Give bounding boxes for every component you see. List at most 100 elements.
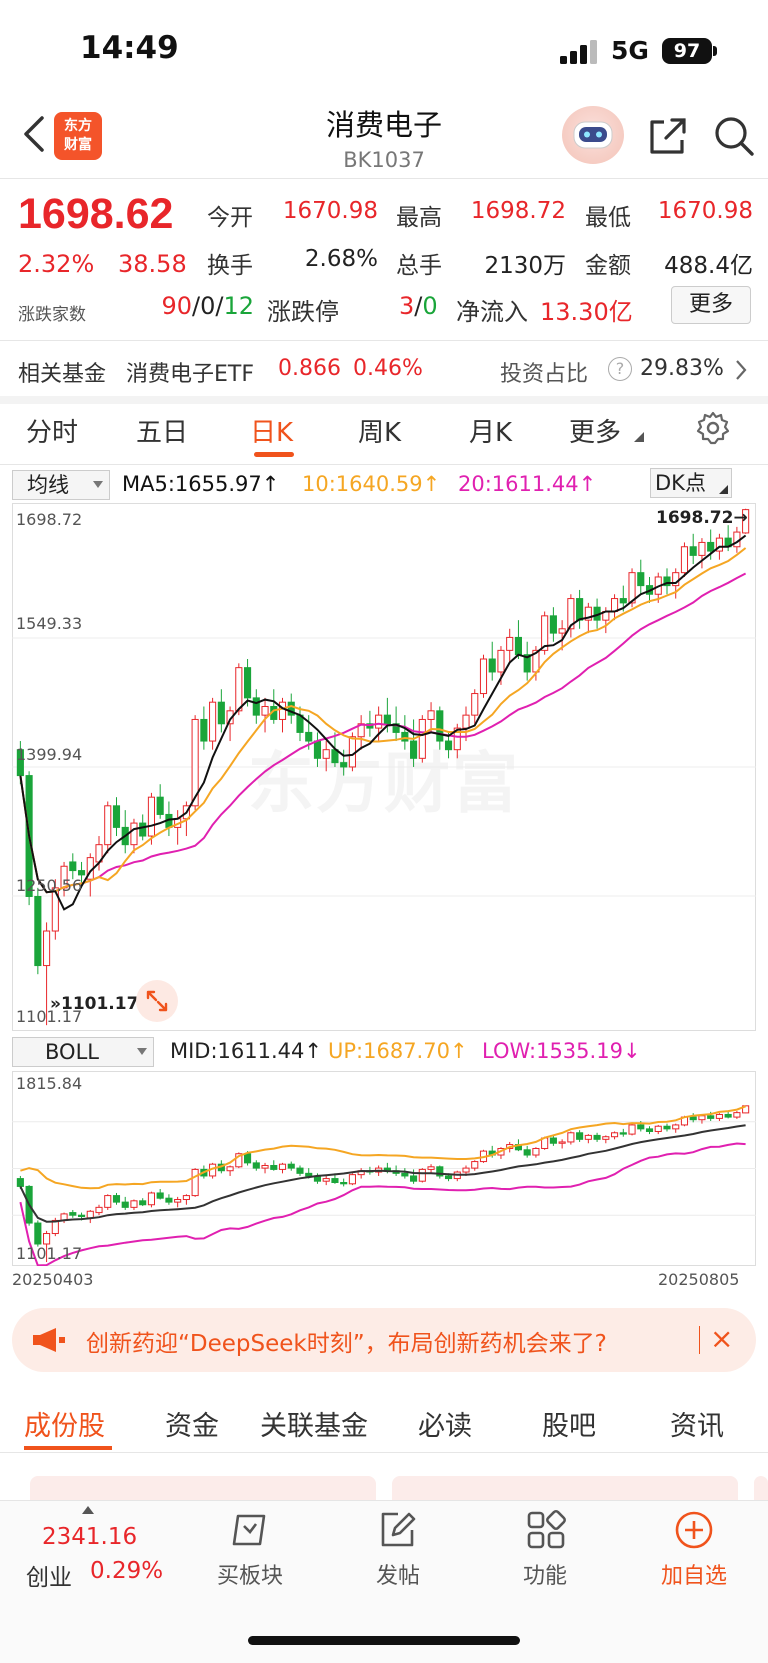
fund-name[interactable]: 消费电子ETF — [126, 356, 254, 388]
gear-icon[interactable] — [695, 410, 731, 446]
candle — [322, 1178, 330, 1182]
candle — [611, 598, 619, 613]
candle — [444, 1175, 453, 1180]
buy-sector-icon[interactable] — [228, 1512, 272, 1552]
tab-daily-k[interactable]: 日K — [250, 412, 293, 449]
nav-add-watchlist[interactable]: 加自选 — [639, 1558, 749, 1590]
breadth-counts: 90/0/12 — [161, 292, 254, 320]
ai-assistant-avatar[interactable] — [562, 106, 624, 164]
candle — [252, 1162, 260, 1169]
share-icon[interactable] — [646, 114, 690, 158]
tab-forum[interactable]: 股吧 — [542, 1404, 596, 1443]
megaphone-icon — [33, 1328, 65, 1352]
tab-news[interactable]: 资讯 — [670, 1404, 724, 1443]
boll-up-line — [20, 1105, 746, 1190]
boll-mid-legend: MID:1611.44↑ — [170, 1039, 323, 1063]
tab-constituents[interactable]: 成份股 — [24, 1404, 105, 1443]
candle — [576, 1132, 584, 1140]
candle — [584, 1134, 592, 1140]
tab-weekly-k[interactable]: 周K — [358, 412, 401, 449]
stock-card[interactable] — [392, 1476, 738, 1500]
stock-card[interactable] — [754, 1476, 768, 1500]
open-label: 今开 — [207, 205, 253, 231]
index-pct[interactable]: 0.29% — [90, 1558, 163, 1584]
add-watchlist-icon[interactable] — [674, 1510, 714, 1550]
candle — [340, 1182, 348, 1185]
tab-intraday[interactable]: 分时 — [26, 412, 78, 449]
candle — [340, 762, 348, 768]
ma10-line — [19, 547, 747, 894]
chevron-right-icon[interactable] — [734, 358, 748, 382]
candle — [637, 572, 645, 587]
ma5-line — [19, 534, 747, 911]
tabs-divider — [0, 464, 768, 465]
nav-buy-sector[interactable]: 买板块 — [195, 1558, 305, 1590]
open-value: 1670.98 — [282, 198, 378, 224]
kline-chart[interactable] — [12, 503, 756, 1031]
ma5-legend: MA5:1655.97↑ — [122, 472, 280, 496]
post-icon[interactable] — [378, 1510, 418, 1550]
high-value: 1698.72 — [470, 198, 566, 224]
quote-divider — [0, 340, 768, 341]
stock-card[interactable] — [30, 1476, 376, 1500]
network-type: 5G — [611, 36, 649, 65]
tab-more[interactable]: 更多 — [569, 412, 621, 449]
index-value[interactable]: 2341.16 — [42, 1524, 137, 1550]
caret-icon — [634, 432, 644, 442]
boll-low-legend: LOW:1535.19↓ — [482, 1039, 641, 1063]
boll-mid-line — [19, 1124, 746, 1223]
candle — [462, 714, 470, 729]
change-amount: 38.58 — [118, 250, 187, 278]
tab-five-day[interactable]: 五日 — [136, 412, 188, 449]
y-tick-label: 1399.94 — [16, 745, 83, 764]
x-end-date: 20250805 — [658, 1270, 740, 1289]
candle — [427, 710, 435, 720]
fullscreen-button[interactable] — [136, 980, 178, 1022]
boll-select[interactable]: BOLL — [12, 1037, 154, 1067]
candle — [209, 701, 217, 742]
candle — [34, 1222, 42, 1245]
indicator-select[interactable]: 均线 — [12, 470, 110, 500]
candle — [348, 1174, 356, 1185]
apps-icon[interactable] — [526, 1510, 566, 1550]
candle — [418, 1168, 426, 1182]
candle — [43, 930, 51, 967]
signal-icon — [560, 40, 597, 64]
candle — [287, 1163, 295, 1169]
candle — [261, 1164, 269, 1169]
candle — [549, 615, 557, 634]
banner-text[interactable]: 创新药迎“DeepSeek时刻”，布局创新药机会来了? — [86, 1324, 607, 1358]
candle — [43, 1233, 51, 1245]
candle — [523, 1149, 531, 1156]
candle — [69, 1212, 77, 1216]
candle — [558, 1141, 566, 1144]
boll-chart[interactable] — [12, 1071, 756, 1266]
ratio-label: 投资占比 — [500, 362, 589, 387]
index-name[interactable]: 创业 — [26, 1558, 72, 1592]
candle — [156, 796, 164, 815]
candle — [261, 706, 269, 716]
candle — [619, 1132, 627, 1135]
y-tick-label: 1698.72 — [16, 510, 83, 529]
candle — [689, 1116, 697, 1121]
help-icon[interactable]: ? — [608, 357, 632, 381]
candle — [121, 1201, 129, 1208]
nav-functions[interactable]: 功能 — [490, 1558, 600, 1590]
tab-related-funds[interactable]: 关联基金 — [260, 1404, 368, 1443]
netflow-value: 13.30亿 — [540, 298, 633, 326]
candle — [488, 658, 496, 673]
volume-label: 总手 — [396, 253, 442, 279]
nav-post[interactable]: 发帖 — [343, 1558, 453, 1590]
more-button[interactable]: 更多 — [671, 286, 751, 324]
tab-must-read[interactable]: 必读 — [418, 1404, 472, 1443]
candle — [278, 1163, 287, 1170]
candle — [715, 1113, 723, 1119]
tab-funds-flow[interactable]: 资金 — [165, 1404, 219, 1443]
candle — [296, 1167, 304, 1174]
dk-button[interactable]: DK点 — [650, 468, 732, 498]
candle — [77, 870, 86, 876]
search-icon[interactable] — [712, 114, 756, 158]
close-icon[interactable]: × — [710, 1322, 733, 1355]
ratio-value: 29.83% — [640, 356, 724, 381]
tab-monthly-k[interactable]: 月K — [469, 412, 512, 449]
